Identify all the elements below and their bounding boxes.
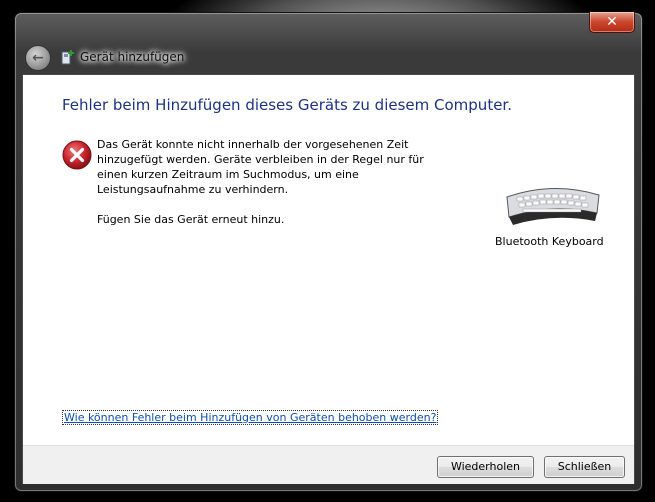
title-bar: ← Gerät hinzufügen [15,41,642,73]
dialog-footer: Wiederholen Schließen [23,445,634,484]
error-icon [62,140,92,170]
device-label: Bluetooth Keyboard [495,235,604,248]
retry-button[interactable]: Wiederholen [437,456,534,478]
error-heading: Fehler beim Hinzufügen dieses Geräts zu … [62,96,512,114]
add-device-icon [61,50,74,65]
help-link[interactable]: Wie können Fehler beim Hinzufügen von Ge… [62,410,439,425]
close-button[interactable]: Schließen [544,456,625,478]
error-description: Das Gerät konnte nicht innerhalb der vor… [97,138,424,196]
dialog-content: Fehler beim Hinzufügen dieses Geräts zu … [22,74,635,484]
window-title: Gerät hinzufügen [80,50,185,64]
add-device-dialog: ✕ ← Gerät hinzufügen Fehler beim Hinzufü… [14,12,643,492]
error-message: Das Gerät konnte nicht innerhalb der vor… [97,137,457,227]
back-button[interactable]: ← [25,45,51,71]
close-window-button[interactable]: ✕ [589,12,635,33]
retry-hint: Fügen Sie das Gerät erneut hinzu. [97,213,285,226]
keyboard-icon [506,188,600,225]
